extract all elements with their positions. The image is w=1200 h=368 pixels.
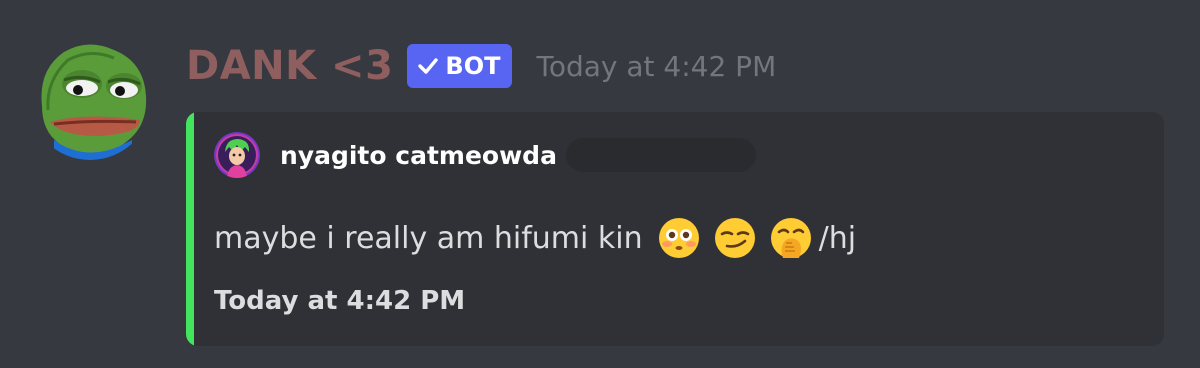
redaction-overlay — [566, 138, 756, 172]
embed-author-avatar[interactable] — [214, 132, 260, 178]
embed-description-suffix: /hj — [818, 220, 857, 256]
anime-avatar-icon — [214, 132, 260, 178]
embed-description: maybe i really am hifumi kin /hj — [214, 214, 856, 262]
pepe-frog-icon — [28, 36, 152, 160]
embed-footer: Today at 4:42 PM — [214, 286, 466, 316]
username[interactable]: DANK <3 — [186, 43, 393, 89]
bot-badge: BOT — [407, 44, 513, 88]
face-with-hand-over-mouth-icon — [769, 216, 813, 260]
flushed-face-icon — [657, 216, 701, 260]
embed-description-text: maybe i really am hifumi kin — [214, 220, 643, 256]
message-embed: nyagito catmeowda maybe i really am hifu… — [186, 112, 1164, 346]
embed-author: nyagito catmeowda — [214, 132, 557, 178]
check-icon — [417, 55, 439, 77]
message-timestamp[interactable]: Today at 4:42 PM — [536, 50, 776, 83]
smirking-face-icon — [713, 216, 757, 260]
avatar[interactable] — [28, 36, 152, 160]
message-header: DANK <3 BOT Today at 4:42 PM — [186, 40, 776, 92]
embed-accent-bar — [186, 112, 194, 346]
bot-badge-label: BOT — [445, 52, 501, 80]
embed-author-name[interactable]: nyagito catmeowda — [280, 141, 557, 170]
